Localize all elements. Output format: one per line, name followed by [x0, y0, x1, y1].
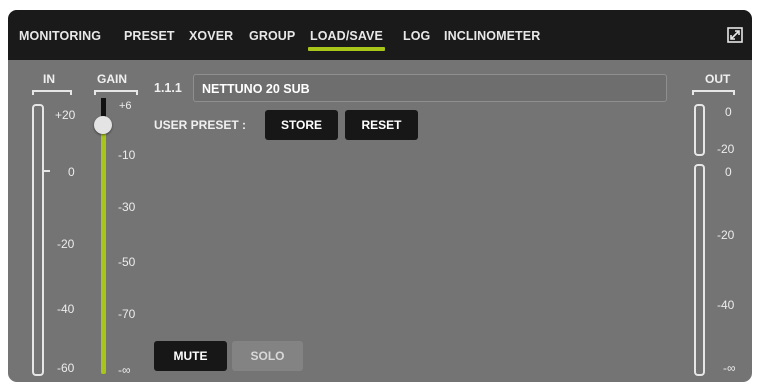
out-meter-bracket	[692, 90, 735, 95]
out-level-meter-top	[694, 104, 705, 156]
in-meter-header: IN	[43, 72, 55, 86]
out-scale-label: -20	[717, 142, 735, 156]
gain-bracket	[94, 90, 138, 95]
tab-log[interactable]: LOG	[403, 29, 430, 43]
in-scale-label: -60	[57, 361, 75, 375]
out-scale-label: -∞	[723, 361, 736, 375]
mute-button[interactable]: MUTE	[154, 341, 227, 371]
store-button[interactable]: STORE	[265, 110, 338, 140]
in-level-meter	[32, 104, 44, 376]
gain-scale-label: -70	[118, 307, 136, 321]
expand-icon[interactable]	[726, 26, 744, 44]
out-scale-label: 0	[725, 105, 732, 119]
in-zero-tick	[44, 170, 50, 172]
channel-name-field[interactable]: NETTUNO 20 SUB	[193, 74, 667, 102]
channel-id: 1.1.1	[154, 81, 182, 95]
tab-preset[interactable]: PRESET	[124, 29, 175, 43]
tab-group[interactable]: GROUP	[249, 29, 295, 43]
tab-bar: MONITORING PRESET XOVER GROUP LOAD/SAVE …	[8, 10, 752, 60]
tab-load-save[interactable]: LOAD/SAVE	[308, 29, 385, 51]
in-meter-bracket	[32, 90, 72, 95]
in-scale-label: +20	[55, 108, 76, 122]
in-scale-label: -40	[57, 302, 75, 316]
out-scale-label: -40	[717, 298, 735, 312]
out-meter-header: OUT	[705, 72, 731, 86]
speaker-control-panel: MONITORING PRESET XOVER GROUP LOAD/SAVE …	[8, 10, 752, 382]
out-level-meter-bottom	[694, 164, 705, 376]
gain-fader-knob[interactable]	[94, 116, 112, 134]
in-scale-label: -20	[57, 237, 75, 251]
in-scale-label: 0	[68, 165, 75, 179]
tab-xover[interactable]: XOVER	[189, 29, 233, 43]
gain-header: GAIN	[97, 72, 127, 86]
reset-button[interactable]: RESET	[345, 110, 418, 140]
gain-fader-track[interactable]	[101, 98, 106, 374]
out-scale-label: -20	[717, 228, 735, 242]
tab-inclinometer[interactable]: INCLINOMETER	[444, 29, 540, 43]
tab-monitoring[interactable]: MONITORING	[19, 29, 101, 43]
gain-scale-label: +6	[119, 100, 132, 112]
user-preset-label: USER PRESET :	[154, 118, 247, 132]
gain-fader-track-top	[101, 98, 106, 118]
solo-button[interactable]: SOLO	[232, 341, 303, 371]
gain-scale-label: -10	[118, 148, 136, 162]
gain-scale-label: -50	[118, 255, 136, 269]
gain-scale-label: -∞	[118, 363, 131, 377]
out-scale-label: 0	[725, 165, 732, 179]
gain-scale-label: -30	[118, 200, 136, 214]
